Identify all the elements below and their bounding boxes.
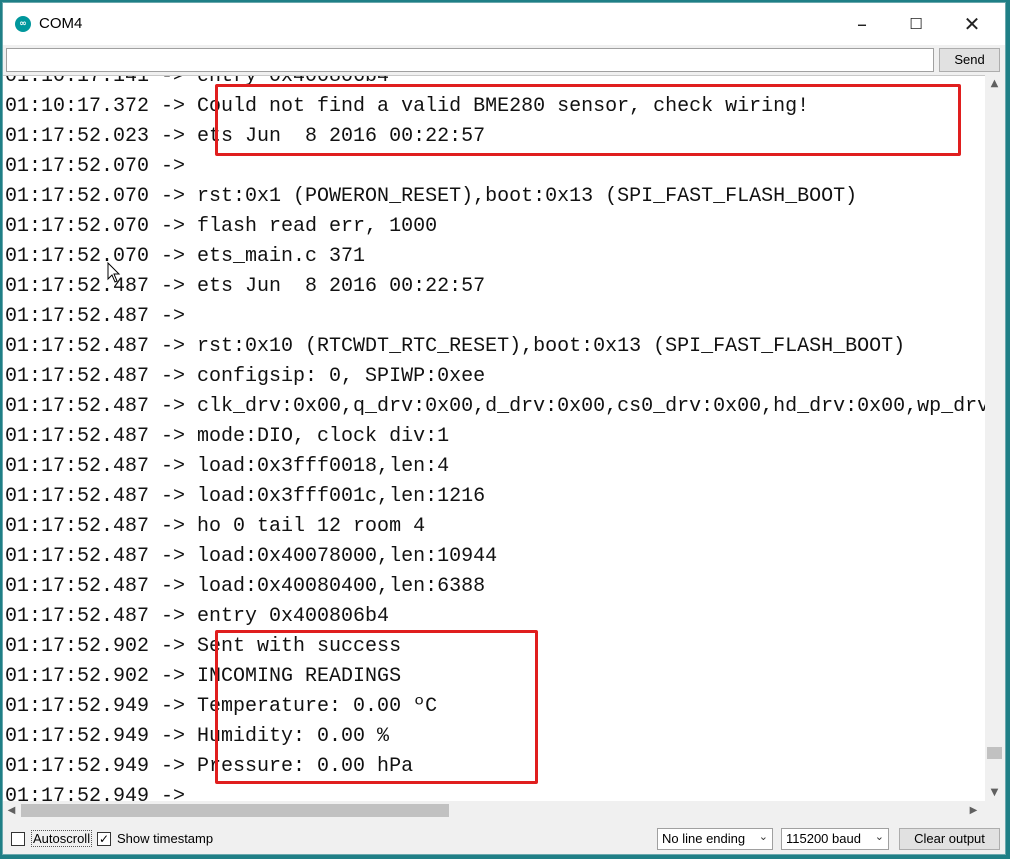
- clear-output-button[interactable]: Clear output: [899, 828, 1000, 850]
- show-timestamp-label[interactable]: Show timestamp: [117, 831, 213, 846]
- scroll-down-icon[interactable]: ▼: [985, 784, 1004, 801]
- scroll-corner: [985, 801, 1004, 820]
- close-button[interactable]: ✕: [943, 3, 1001, 45]
- serial-monitor-window: ∞ COM4 – ☐ ✕ Send 01:10:17.141 -> entry …: [2, 2, 1006, 855]
- send-bar: Send: [3, 45, 1005, 75]
- output-line: 01:17:52.070 -> flash read err, 1000: [5, 215, 438, 238]
- line-ending-value: No line ending: [662, 831, 746, 846]
- autoscroll-label[interactable]: Autoscroll: [31, 830, 93, 847]
- chevron-down-icon: ⌄: [874, 830, 884, 843]
- send-input[interactable]: [6, 48, 934, 72]
- arduino-icon: ∞: [15, 16, 31, 32]
- output-line: 01:17:52.487 -> load:0x40078000,len:1094…: [5, 545, 498, 568]
- highlight-box-readings: [215, 630, 538, 784]
- output-line: 01:17:52.487 -> configsip: 0, SPIWP:0xee: [5, 365, 486, 388]
- baud-rate-select[interactable]: 115200 baud ⌄: [781, 828, 889, 850]
- mouse-cursor-icon: [107, 262, 121, 283]
- minimize-button[interactable]: –: [833, 3, 891, 45]
- output-line: 01:17:52.487 -> clk_drv:0x00,q_drv:0x00,…: [5, 395, 985, 418]
- output-line: 01:17:52.949 ->: [5, 785, 198, 802]
- chevron-down-icon: ⌄: [758, 830, 768, 843]
- window-title: COM4: [39, 15, 83, 32]
- send-button[interactable]: Send: [939, 48, 1000, 72]
- serial-output[interactable]: 01:10:17.141 -> entry 0x400806b4 01:10:17…: [3, 75, 985, 802]
- vertical-scrollbar[interactable]: ▲ ▼: [985, 75, 1004, 801]
- highlight-box-error: [215, 84, 961, 156]
- output-line: 01:17:52.487 -> mode:DIO, clock div:1: [5, 425, 450, 448]
- horizontal-scroll-thumb[interactable]: [21, 804, 449, 817]
- scroll-left-icon[interactable]: ◀: [3, 801, 20, 820]
- vertical-scroll-thumb[interactable]: [987, 747, 1002, 759]
- autoscroll-checkbox[interactable]: [11, 832, 25, 846]
- output-line: 01:17:52.487 -> load:0x40080400,len:6388: [5, 575, 486, 598]
- horizontal-scrollbar[interactable]: ◀ ▶: [3, 801, 985, 820]
- output-line: 01:17:52.487 -> load:0x3fff001c,len:1216: [5, 485, 486, 508]
- output-line: 01:17:52.487 -> ets Jun 8 2016 00:22:57: [5, 275, 486, 298]
- output-line: 01:17:52.487 -> ho 0 tail 12 room 4: [5, 515, 426, 538]
- output-line: 01:17:52.487 -> load:0x3fff0018,len:4: [5, 455, 450, 478]
- title-bar: ∞ COM4 – ☐ ✕: [3, 3, 1005, 45]
- show-timestamp-checkbox[interactable]: ✓: [97, 832, 111, 846]
- output-line: 01:17:52.070 -> rst:0x1 (POWERON_RESET),…: [5, 185, 858, 208]
- scroll-up-icon[interactable]: ▲: [985, 75, 1004, 92]
- baud-rate-value: 115200 baud: [786, 831, 861, 846]
- status-bar: Autoscroll ✓ Show timestamp No line endi…: [3, 823, 1005, 856]
- output-line: 01:17:52.070 -> ets_main.c 371: [5, 245, 366, 268]
- output-line: 01:17:52.487 -> rst:0x10 (RTCWDT_RTC_RES…: [5, 335, 906, 358]
- scroll-right-icon[interactable]: ▶: [965, 801, 982, 820]
- output-line: 01:17:52.487 ->: [5, 305, 198, 328]
- output-line: 01:17:52.070 ->: [5, 155, 198, 178]
- maximize-button[interactable]: ☐: [887, 3, 945, 45]
- output-line: 01:17:52.487 -> entry 0x400806b4: [5, 605, 390, 628]
- line-ending-select[interactable]: No line ending ⌄: [657, 828, 773, 850]
